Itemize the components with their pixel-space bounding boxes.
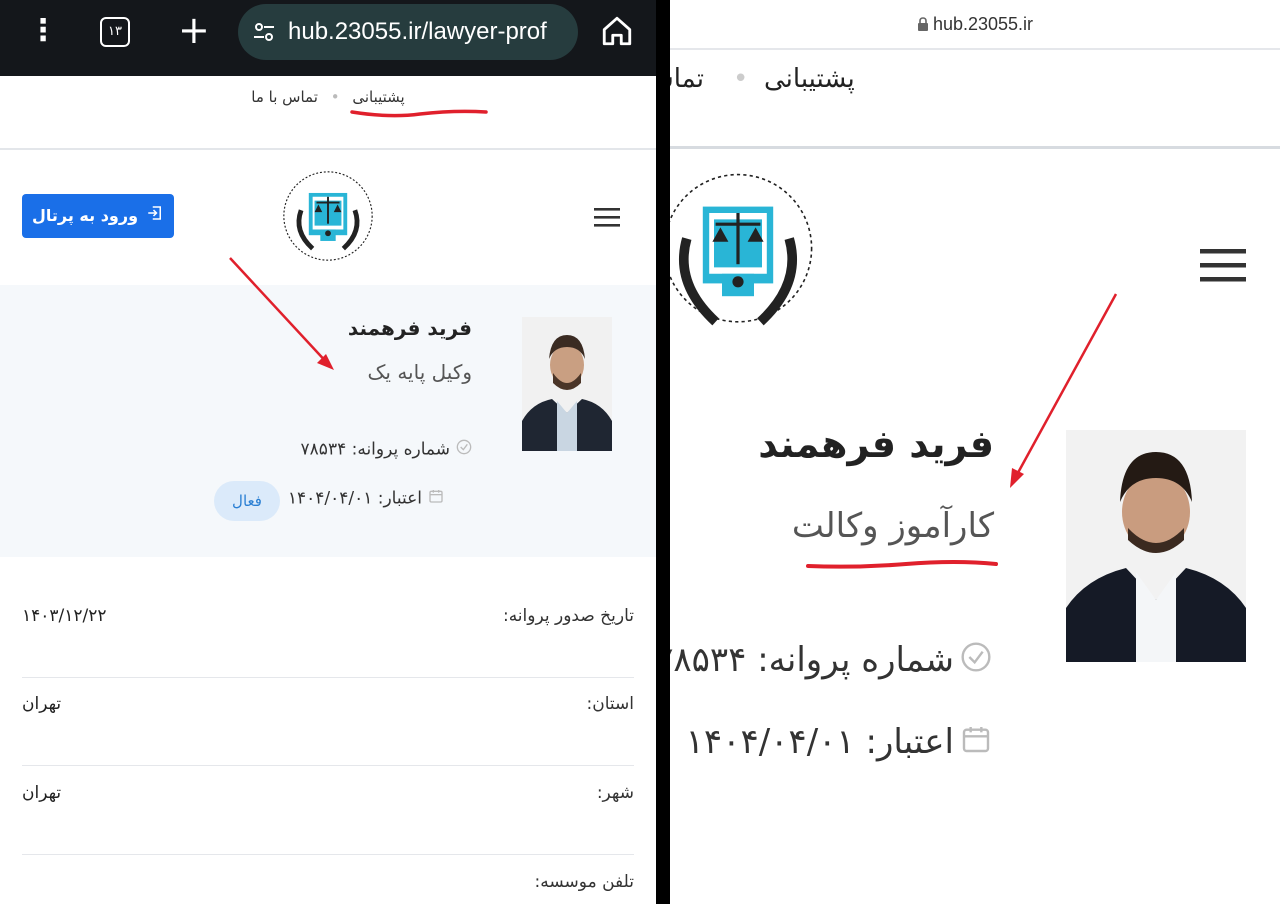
license-row: شماره پروانه: ۷۸۵۳۴ xyxy=(301,439,472,460)
divider xyxy=(670,146,1280,149)
browser-toolbar: ⋮ ۱۳ + hub.23055.ir/lawyer-prof xyxy=(0,0,656,76)
check-circle-icon xyxy=(456,439,472,460)
license-label: شماره پروانه: xyxy=(351,439,450,460)
calendar-icon xyxy=(960,723,992,764)
address-bar[interactable]: hub.23055.ir xyxy=(670,14,1280,36)
license-row: شماره پروانه: ۷۸۵۳۴ xyxy=(670,640,992,682)
detail-row-province: استان: تهران xyxy=(22,678,634,766)
detail-label: تاریخ صدور پروانه: xyxy=(502,606,634,626)
right-screenshot: hub.23055.ir پشتیبانی • تماس فر xyxy=(670,0,1280,904)
validity-date: ۱۴۰۴/۰۴/۰۱ xyxy=(685,722,855,762)
validity-label: اعتبار: xyxy=(865,722,955,762)
nav-contact[interactable]: تماس xyxy=(670,64,704,94)
validity-row: اعتبار: ۱۴۰۴/۰۴/۰۱ xyxy=(288,488,444,509)
annotation-underline-right xyxy=(806,560,998,569)
validity-label: اعتبار: xyxy=(377,488,422,509)
detail-value: تهران xyxy=(22,783,62,803)
lawyer-rank: وکیل پایه یک xyxy=(367,360,473,384)
panel-divider xyxy=(656,0,670,904)
license-number: ۷۸۵۳۴ xyxy=(300,439,347,460)
divider xyxy=(670,48,1280,50)
url-text: hub.23055.ir/lawyer-prof xyxy=(288,18,547,45)
license-clip: شماره پروانه: ۷۸۵۳۴ اعتبار: ۱۴۰۴/۰۴/۰۱ xyxy=(670,630,1000,780)
url-bar[interactable]: hub.23055.ir/lawyer-prof xyxy=(238,4,578,60)
bar-association-logo xyxy=(670,173,813,326)
tabs-icon[interactable]: ۱۳ xyxy=(100,17,130,47)
detail-label: شهر: xyxy=(596,783,634,803)
validity-row: اعتبار: ۱۴۰۴/۰۴/۰۱ xyxy=(670,722,992,764)
detail-label: تلفن موسسه: xyxy=(534,872,634,892)
tune-icon[interactable] xyxy=(252,20,276,44)
lawyer-name: فرید فرهمند xyxy=(347,316,472,340)
menu-icon[interactable] xyxy=(594,206,620,228)
status-badge: فعال xyxy=(214,481,280,521)
nav-support[interactable]: پشتیبانی xyxy=(764,64,855,94)
lock-icon xyxy=(917,15,929,36)
row-divider xyxy=(22,765,634,766)
bar-association-logo xyxy=(283,171,373,261)
nav-contact[interactable]: تماس با ما xyxy=(251,88,318,106)
detail-label: استان: xyxy=(586,694,635,714)
detail-value: ۱۴۰۳/۱۲/۲۲ xyxy=(22,606,107,626)
profile-photo xyxy=(522,317,612,451)
annotation-underline-left xyxy=(350,109,488,118)
login-label: ورود به پرتال xyxy=(31,206,139,225)
detail-row-city: شهر: تهران xyxy=(22,767,634,855)
license-label: شماره پروانه: xyxy=(757,640,954,680)
menu-icon[interactable] xyxy=(1200,246,1246,284)
login-portal-button[interactable]: ورود به پرتال xyxy=(22,194,174,238)
nav-separator: • xyxy=(733,64,749,94)
detail-row-phone: تلفن موسسه: xyxy=(22,856,634,904)
validity-date: ۱۴۰۴/۰۴/۰۱ xyxy=(287,488,373,509)
detail-row-issue-date: تاریخ صدور پروانه: ۱۴۰۳/۱۲/۲۲ xyxy=(22,590,634,678)
address-text: hub.23055.ir xyxy=(932,14,1034,34)
login-icon xyxy=(146,195,164,239)
profile-card: فرید فرهمند وکیل پایه یک شماره پروانه: ۷… xyxy=(0,285,656,557)
left-screenshot: ⋮ ۱۳ + hub.23055.ir/lawyer-prof تماس با … xyxy=(0,0,656,904)
lawyer-name: فرید فرهمند xyxy=(758,422,994,466)
calendar-icon xyxy=(428,488,444,509)
nav-support[interactable]: پشتیبانی xyxy=(352,88,404,106)
check-circle-icon xyxy=(960,641,992,682)
top-nav: تماس با ما • پشتیبانی xyxy=(0,88,656,106)
lawyer-rank: کارآموز وکالت xyxy=(791,506,994,546)
divider xyxy=(0,148,656,150)
row-divider xyxy=(22,854,634,855)
home-icon[interactable] xyxy=(600,14,634,48)
more-vert-icon[interactable]: ⋮ xyxy=(28,14,58,48)
license-number: ۷۸۵۳۴ xyxy=(670,640,747,680)
nav-separator: • xyxy=(330,88,340,106)
profile-photo xyxy=(1066,430,1246,662)
detail-value: تهران xyxy=(22,694,62,714)
plus-icon[interactable]: + xyxy=(178,8,210,52)
